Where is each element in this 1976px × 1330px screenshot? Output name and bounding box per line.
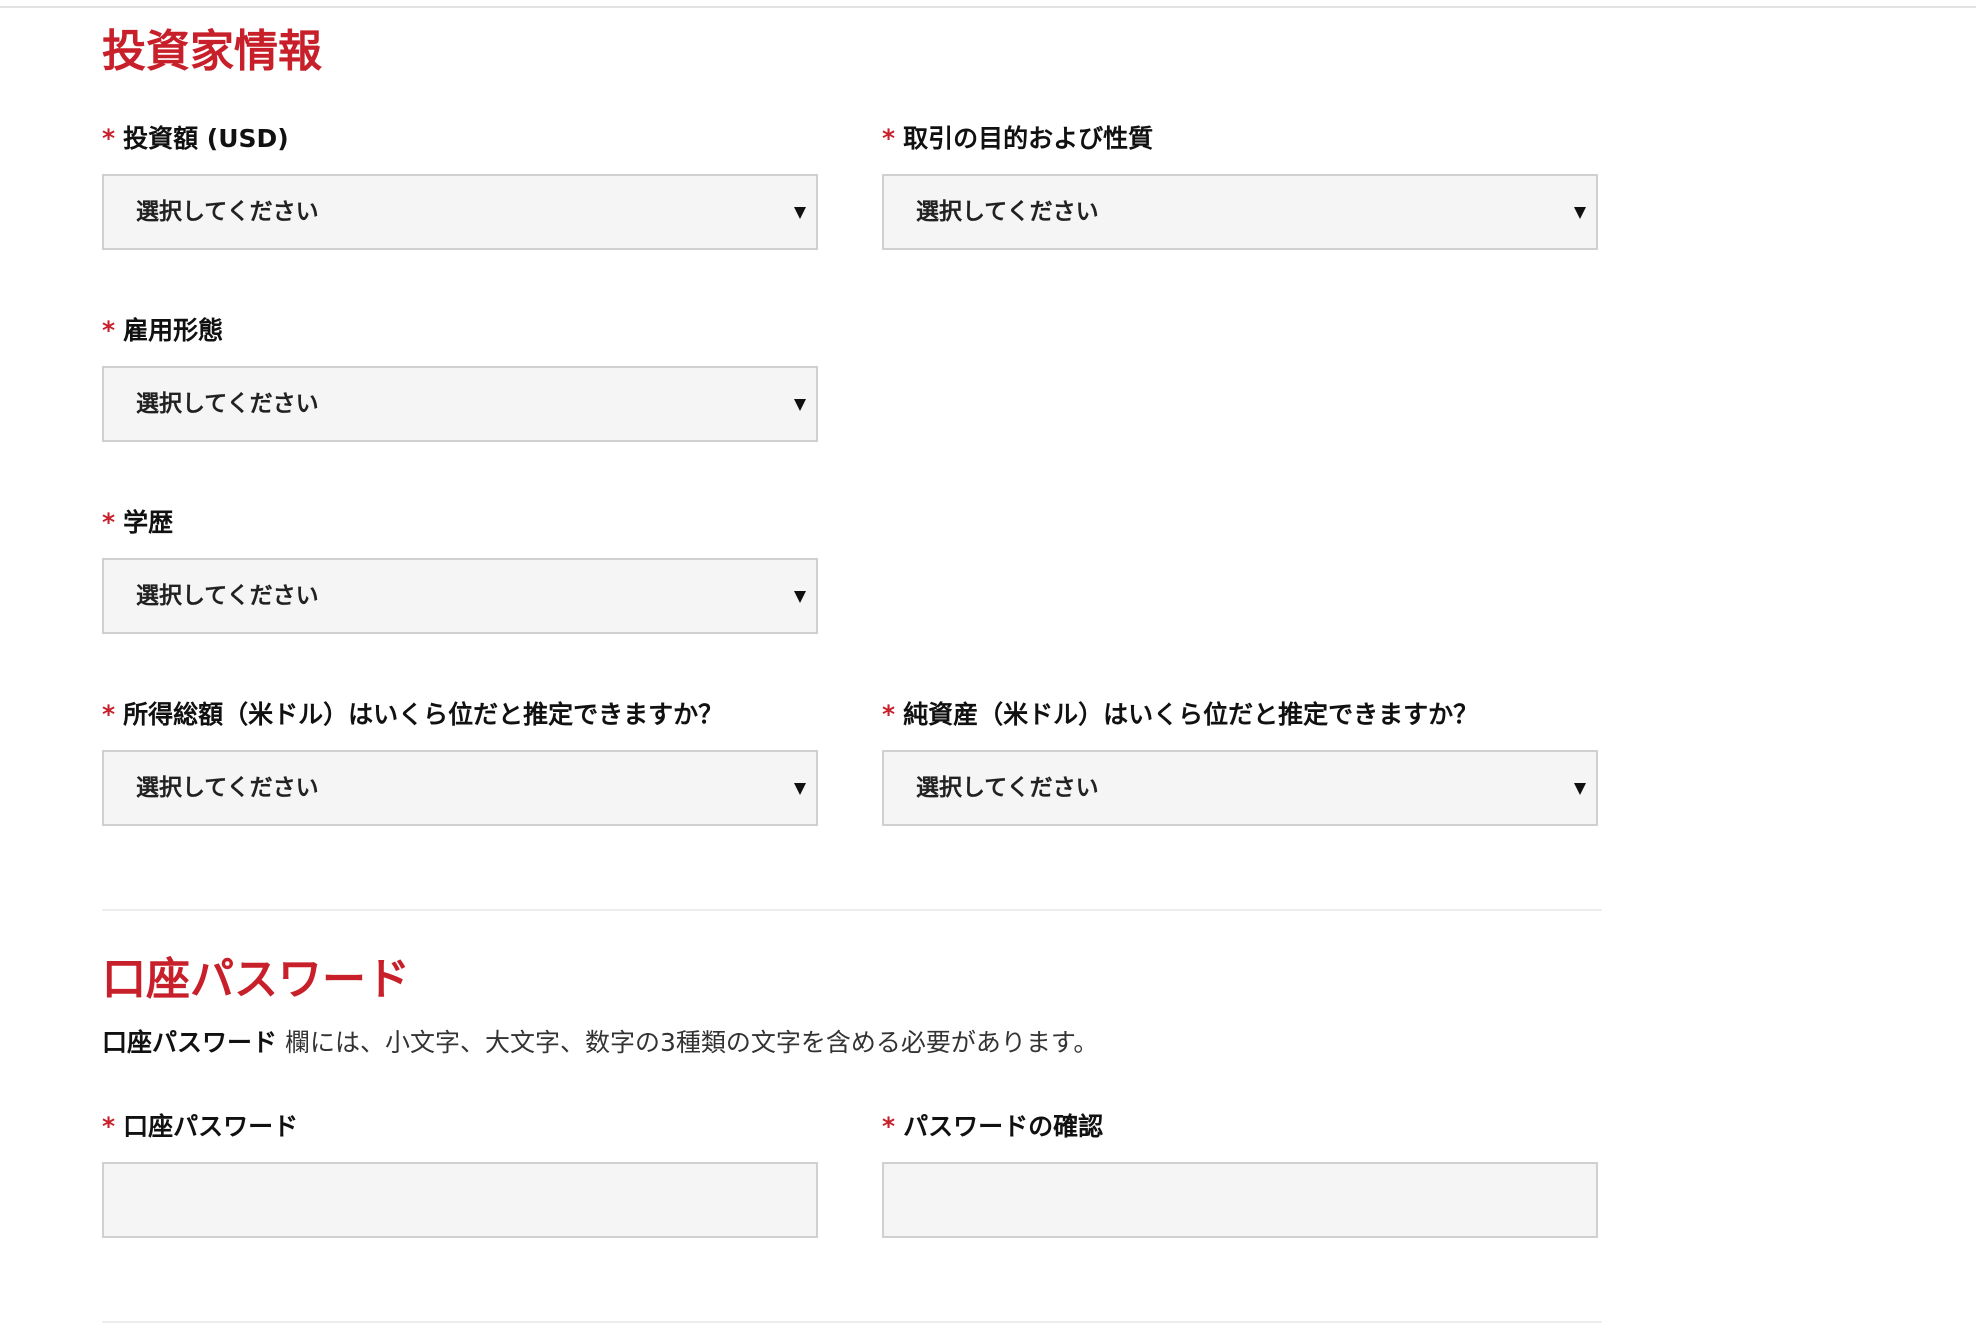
employment-status-select[interactable]: 選択してください [102, 366, 818, 442]
required-mark: * [102, 1112, 116, 1141]
password-note-bold: 口座パスワード [102, 1028, 278, 1057]
annual-income-value: 選択してください [136, 775, 319, 801]
password-label-text: 口座パスワード [123, 1112, 299, 1141]
dropdown-arrow-icon [1574, 207, 1586, 219]
employment-status-field: * 雇用形態 選択してください [102, 314, 822, 442]
password-confirm-input[interactable] [882, 1162, 1598, 1238]
employment-status-value: 選択してください [136, 391, 319, 417]
trading-purpose-label: * 取引の目的および性質 [882, 122, 1602, 156]
net-worth-value: 選択してください [916, 775, 1099, 801]
education-value: 選択してください [136, 583, 319, 609]
password-field: * 口座パスワード [102, 1110, 822, 1238]
trading-purpose-field: * 取引の目的および性質 選択してください [882, 122, 1602, 250]
investment-amount-label-text: 投資額 (USD) [123, 124, 289, 153]
password-confirm-label: * パスワードの確認 [882, 1110, 1602, 1144]
employment-status-label: * 雇用形態 [102, 314, 822, 348]
net-worth-select[interactable]: 選択してください [882, 750, 1598, 826]
password-label: * 口座パスワード [102, 1110, 822, 1144]
trading-purpose-label-text: 取引の目的および性質 [903, 124, 1154, 153]
required-mark: * [882, 1112, 896, 1141]
investment-amount-select[interactable]: 選択してください [102, 174, 818, 250]
password-input[interactable] [102, 1162, 818, 1238]
annual-income-field: * 所得総額（米ドル）はいくら位だと推定できますか？ 選択してください [102, 698, 822, 826]
dropdown-arrow-icon [794, 783, 806, 795]
password-confirm-label-text: パスワードの確認 [903, 1112, 1104, 1141]
net-worth-field: * 純資産（米ドル）はいくら位だと推定できますか？ 選択してください [882, 698, 1602, 826]
investment-amount-value: 選択してください [136, 199, 319, 225]
bottom-divider [102, 1321, 1602, 1323]
investor-section-title: 投資家情報 [102, 26, 322, 77]
net-worth-label: * 純資産（米ドル）はいくら位だと推定できますか？ [882, 698, 1602, 732]
trading-purpose-select[interactable]: 選択してください [882, 174, 1598, 250]
required-mark: * [882, 700, 896, 729]
required-mark: * [102, 700, 116, 729]
trading-purpose-value: 選択してください [916, 199, 1099, 225]
dropdown-arrow-icon [794, 207, 806, 219]
education-label: * 学歴 [102, 506, 822, 540]
password-confirm-field: * パスワードの確認 [882, 1110, 1602, 1238]
required-mark: * [102, 124, 116, 153]
investment-amount-label: * 投資額 (USD) [102, 122, 822, 156]
password-requirements-note: 口座パスワード 欄には、小文字、大文字、数字の3種類の文字を含める必要があります… [102, 1026, 1098, 1060]
password-note-text: 欄には、小文字、大文字、数字の3種類の文字を含める必要があります。 [277, 1028, 1099, 1057]
education-field: * 学歴 選択してください [102, 506, 822, 634]
dropdown-arrow-icon [1574, 783, 1586, 795]
net-worth-label-text: 純資産（米ドル）はいくら位だと推定できますか？ [903, 700, 1479, 729]
top-divider [0, 6, 1976, 8]
dropdown-arrow-icon [794, 399, 806, 411]
annual-income-select[interactable]: 選択してください [102, 750, 818, 826]
required-mark: * [882, 124, 896, 153]
required-mark: * [102, 508, 116, 537]
section-divider [102, 909, 1602, 911]
employment-status-label-text: 雇用形態 [123, 316, 224, 345]
education-select[interactable]: 選択してください [102, 558, 818, 634]
annual-income-label: * 所得総額（米ドル）はいくら位だと推定できますか？ [102, 698, 822, 732]
annual-income-label-text: 所得総額（米ドル）はいくら位だと推定できますか？ [123, 700, 724, 729]
education-label-text: 学歴 [123, 508, 174, 537]
dropdown-arrow-icon [794, 591, 806, 603]
password-section-title: 口座パスワード [102, 954, 410, 1005]
investment-amount-field: * 投資額 (USD) 選択してください [102, 122, 822, 250]
required-mark: * [102, 316, 116, 345]
